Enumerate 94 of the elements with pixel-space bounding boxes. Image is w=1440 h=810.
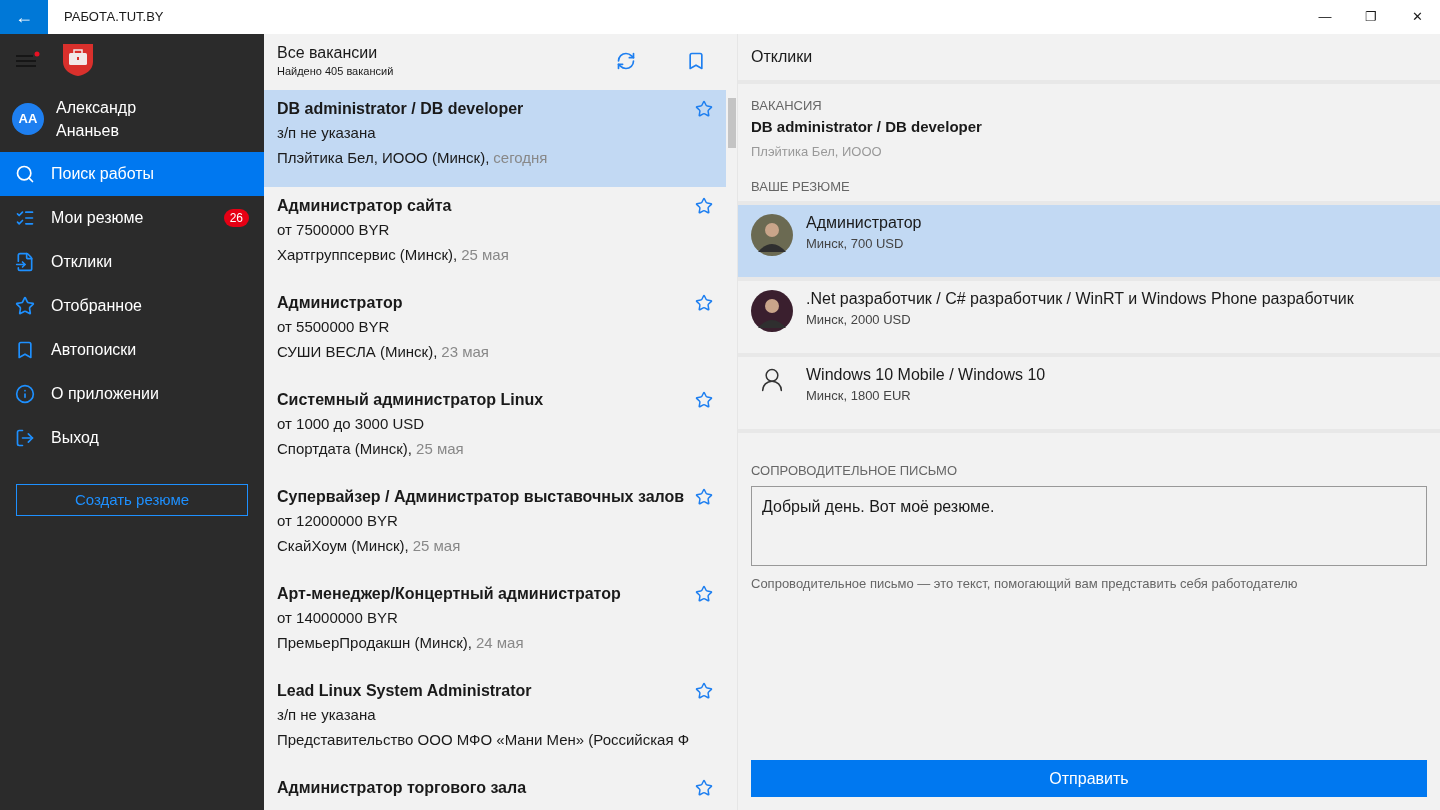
star-icon[interactable] (695, 682, 713, 700)
resume-title: .Net разработчик / C# разработчик / WinRT и Windows Phone разработчик (806, 288, 1354, 309)
star-icon[interactable] (695, 585, 713, 603)
star-icon[interactable] (695, 197, 713, 215)
document-arrow-icon (15, 252, 35, 272)
salary: з/п не указана (277, 705, 377, 725)
company: ПремьерПродакшн (Минск), (277, 633, 472, 653)
star-icon (15, 296, 35, 316)
vacancy-title: Администратор сайта (277, 196, 452, 216)
section-label: ВАКАНСИЯ (751, 97, 823, 115)
count-badge: 26 (223, 209, 249, 227)
back-button[interactable]: ← (0, 0, 48, 34)
date: 25 мая (416, 439, 464, 459)
exit-icon (15, 428, 35, 448)
vacancy-item[interactable]: Администратор сайта от 7500000 BYR Хартгруппсервис (Минск), 25 мая (264, 187, 726, 284)
window-title: РАБОТА.TUT.BY (64, 8, 164, 27)
star-icon[interactable] (695, 100, 713, 118)
salary: от 14000000 BYR (277, 608, 399, 628)
nav-item[interactable]: Отобранное (0, 284, 264, 328)
vacancy-title: DB administrator / DB developer (277, 99, 524, 119)
vacancy-title: Администратор (277, 293, 403, 313)
salary: от 5500000 BYR (277, 317, 391, 337)
cover-letter-field[interactable]: Добрый день. Вот моё резюме. (751, 486, 1427, 566)
star-icon[interactable] (695, 779, 713, 797)
company: СкайХоум (Минск), (277, 536, 409, 556)
user-name: Александр Ананьев (56, 98, 138, 141)
resume-details: Минск, 1800 EUR (806, 386, 912, 405)
menu-icon[interactable] (16, 51, 40, 69)
list-icon (15, 208, 35, 228)
resume-item[interactable]: Windows 10 Mobile / Windows 10 Минск, 1800 EUR (738, 352, 1440, 429)
avatar (751, 213, 793, 256)
nav-item[interactable]: Автопоиски (0, 328, 264, 372)
avatar: АА (12, 103, 44, 135)
vacancy-item[interactable]: Администратор торгового зала (264, 769, 726, 810)
send-button[interactable]: Отправить (751, 760, 1427, 797)
vacancy-item[interactable]: Арт-менеджер/Концертный администратор от 14000000 BYR ПремьерПродакшн (Минск), 24 мая (264, 575, 726, 672)
salary: от 1000 до 3000 USD (277, 414, 426, 434)
company: Хартгруппсервис (Минск), (277, 245, 458, 265)
nav-item[interactable]: Поиск работы (0, 152, 264, 196)
vacancy-item[interactable]: Lead Linux System Administrator з/п не указана Представительство ООО МФО «Мани Мен» (Российская Ф (264, 672, 726, 769)
vacancy-title: Системный администратор Linux (277, 390, 544, 410)
resume-details: Минск, 700 USD (806, 234, 905, 253)
vacancy-item[interactable]: DB administrator / DB developer з/п не указана Плэйтика Бел, ИООО (Минск), сегодня (264, 90, 726, 187)
date: сегодня (493, 148, 548, 168)
star-icon[interactable] (695, 488, 713, 506)
minimize-button[interactable]: — (1302, 0, 1348, 34)
resume-details: Минск, 2000 USD (806, 310, 912, 329)
bookmark-icon[interactable] (686, 51, 706, 71)
company: Спортдата (Минск), (277, 439, 413, 459)
nav-item[interactable]: Мои резюме 26 (0, 196, 264, 240)
nav-item[interactable]: Отклики (0, 240, 264, 284)
nav-item[interactable]: О приложении (0, 372, 264, 416)
company: Плэйтика Бел, ИООО (751, 142, 883, 161)
vacancy-item[interactable]: Супервайзер / Администратор выставочных залов от 12000000 BYR СкайХоум (Минск), 25 мая (264, 478, 726, 575)
section-label: СОПРОВОДИТЕЛЬНОЕ ПИСЬМО (751, 461, 958, 480)
company: Представительство ООО МФО «Мани Мен» (Российская Ф (277, 730, 690, 750)
salary: з/п не указана (277, 123, 377, 143)
vacancy-item[interactable]: Администратор от 5500000 BYR СУШИ ВЕСЛА (Минск), 23 мая (264, 284, 726, 381)
bookmark-icon (15, 340, 35, 360)
date: 24 мая (475, 633, 524, 653)
salary: от 12000000 BYR (277, 511, 399, 531)
result-count: Найдено 405 вакансий (277, 63, 394, 79)
resume-item[interactable]: .Net разработчик / C# разработчик / WinRT и Windows Phone разработчик Минск, 2000 USD (738, 276, 1440, 353)
panel-title: Отклики (751, 47, 813, 67)
resume-item[interactable]: Администратор Минск, 700 USD (738, 200, 1440, 277)
briefcase-logo (62, 43, 94, 77)
create-resume-button[interactable]: Создать резюме (16, 484, 248, 516)
salary: от 7500000 BYR (277, 220, 391, 240)
section-label: ВАШЕ РЕЗЮМЕ (751, 178, 851, 196)
date: 25 мая (461, 245, 509, 265)
vacancy-title: Lead Linux System Administrator (277, 681, 532, 701)
resume-title: Windows 10 Mobile / Windows 10 (806, 364, 1046, 385)
company: Плэйтика Бел, ИООО (Минск), (277, 148, 490, 168)
vacancy-title: Супервайзер / Администратор выставочных залов (277, 487, 685, 507)
star-icon[interactable] (695, 294, 713, 312)
date: 25 мая (412, 536, 461, 556)
list-title: Все вакансии (277, 42, 379, 63)
avatar (751, 289, 793, 332)
close-button[interactable]: ✕ (1394, 0, 1440, 34)
company: СУШИ ВЕСЛА (Минск), (277, 342, 438, 362)
scrollbar-thumb[interactable] (727, 98, 736, 148)
star-icon[interactable] (695, 391, 713, 409)
field-hint: Сопроводительное письмо — это текст, помогающий вам представить себя работодателю (751, 575, 1299, 593)
refresh-icon[interactable] (616, 51, 636, 71)
vacancy-title: Арт-менеджер/Концертный администратор (277, 584, 621, 604)
vacancy-title: Администратор торгового зала (277, 778, 527, 798)
info-icon (15, 384, 35, 404)
date: 23 мая (441, 342, 489, 362)
resume-title: Администратор (806, 212, 922, 233)
restore-button[interactable]: ❐ (1348, 0, 1394, 34)
search-icon (15, 164, 35, 184)
nav-item[interactable]: Выход (0, 416, 264, 460)
vacancy-title: DB administrator / DB developer (751, 116, 983, 137)
vacancy-item[interactable]: Системный администратор Linux от 1000 до 3000 USD Спортдата (Минск), 25 мая (264, 381, 726, 478)
